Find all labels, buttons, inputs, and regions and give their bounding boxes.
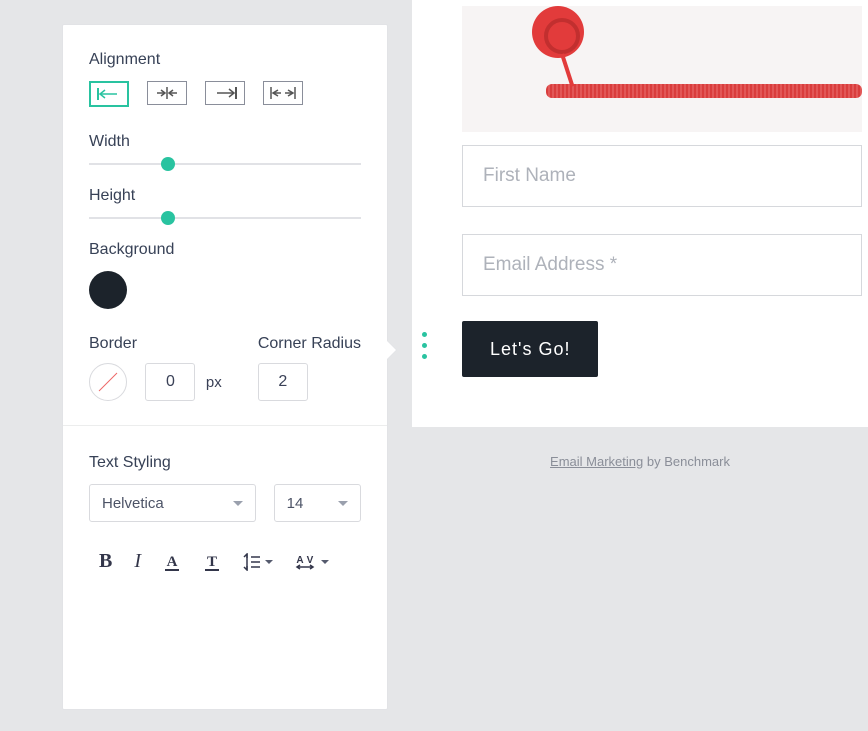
font-size-value: 14 [287,495,304,512]
email-placeholder: Email Address * [483,254,617,276]
text-color-button[interactable]: A [163,552,181,572]
font-select-row: Helvetica 14 [89,484,361,522]
line-height-button[interactable] [243,553,273,571]
footer-credit: Email Marketing by Benchmark [412,454,868,469]
background-color-swatch[interactable] [89,271,127,309]
footer-suffix: by Benchmark [643,454,730,469]
bold-button[interactable]: B [99,550,112,573]
text-styling-label: Text Styling [89,454,361,472]
first-name-placeholder: First Name [483,165,576,187]
font-family-value: Helvetica [102,495,164,512]
hero-image [462,6,862,132]
italic-button[interactable]: I [134,550,141,573]
email-field[interactable]: Email Address * [462,234,862,296]
alignment-row [89,81,361,107]
align-right-button[interactable] [205,81,245,105]
text-format-row: B I A T A [89,550,361,573]
style-panel: Alignment [62,24,388,710]
border-unit-label: px [206,374,222,391]
height-slider-track[interactable] [89,217,361,219]
drag-handle-icon[interactable] [422,332,427,359]
font-size-select[interactable]: 14 [274,484,361,522]
alignment-label: Alignment [89,51,361,69]
footer-link[interactable]: Email Marketing [550,454,643,469]
height-label: Height [89,187,361,205]
height-slider: Height [89,187,361,219]
width-slider-track[interactable] [89,163,361,165]
svg-text:T: T [207,554,217,570]
align-center-button[interactable] [147,81,187,105]
svg-text:A: A [296,555,303,566]
submit-button-label: Let's Go! [490,339,570,360]
background-label: Background [89,241,361,259]
align-full-button[interactable] [263,81,303,105]
submit-button[interactable]: Let's Go! [462,321,598,377]
letter-spacing-button[interactable]: A V [295,553,329,571]
caret-down-icon [321,560,329,564]
panel-divider [63,425,387,426]
border-width-input[interactable] [145,363,195,401]
first-name-field[interactable]: First Name [462,145,862,207]
border-label: Border [89,335,222,353]
border-color-swatch[interactable] [89,363,127,401]
border-corner-row: Border px Corner Radius [89,335,361,401]
width-label: Width [89,133,361,151]
width-slider-thumb[interactable] [161,157,175,171]
border-column: Border px [89,335,222,401]
caret-down-icon [265,560,273,564]
caret-down-icon [233,501,243,506]
caret-down-icon [338,501,348,506]
width-slider: Width [89,133,361,165]
corner-radius-label: Corner Radius [258,335,361,353]
align-left-button[interactable] [89,81,129,107]
svg-text:A: A [167,554,178,570]
corner-column: Corner Radius [258,335,361,401]
height-slider-thumb[interactable] [161,211,175,225]
font-family-select[interactable]: Helvetica [89,484,256,522]
svg-text:V: V [307,555,314,566]
corner-radius-input[interactable] [258,363,308,401]
highlight-button[interactable]: T [203,552,221,572]
